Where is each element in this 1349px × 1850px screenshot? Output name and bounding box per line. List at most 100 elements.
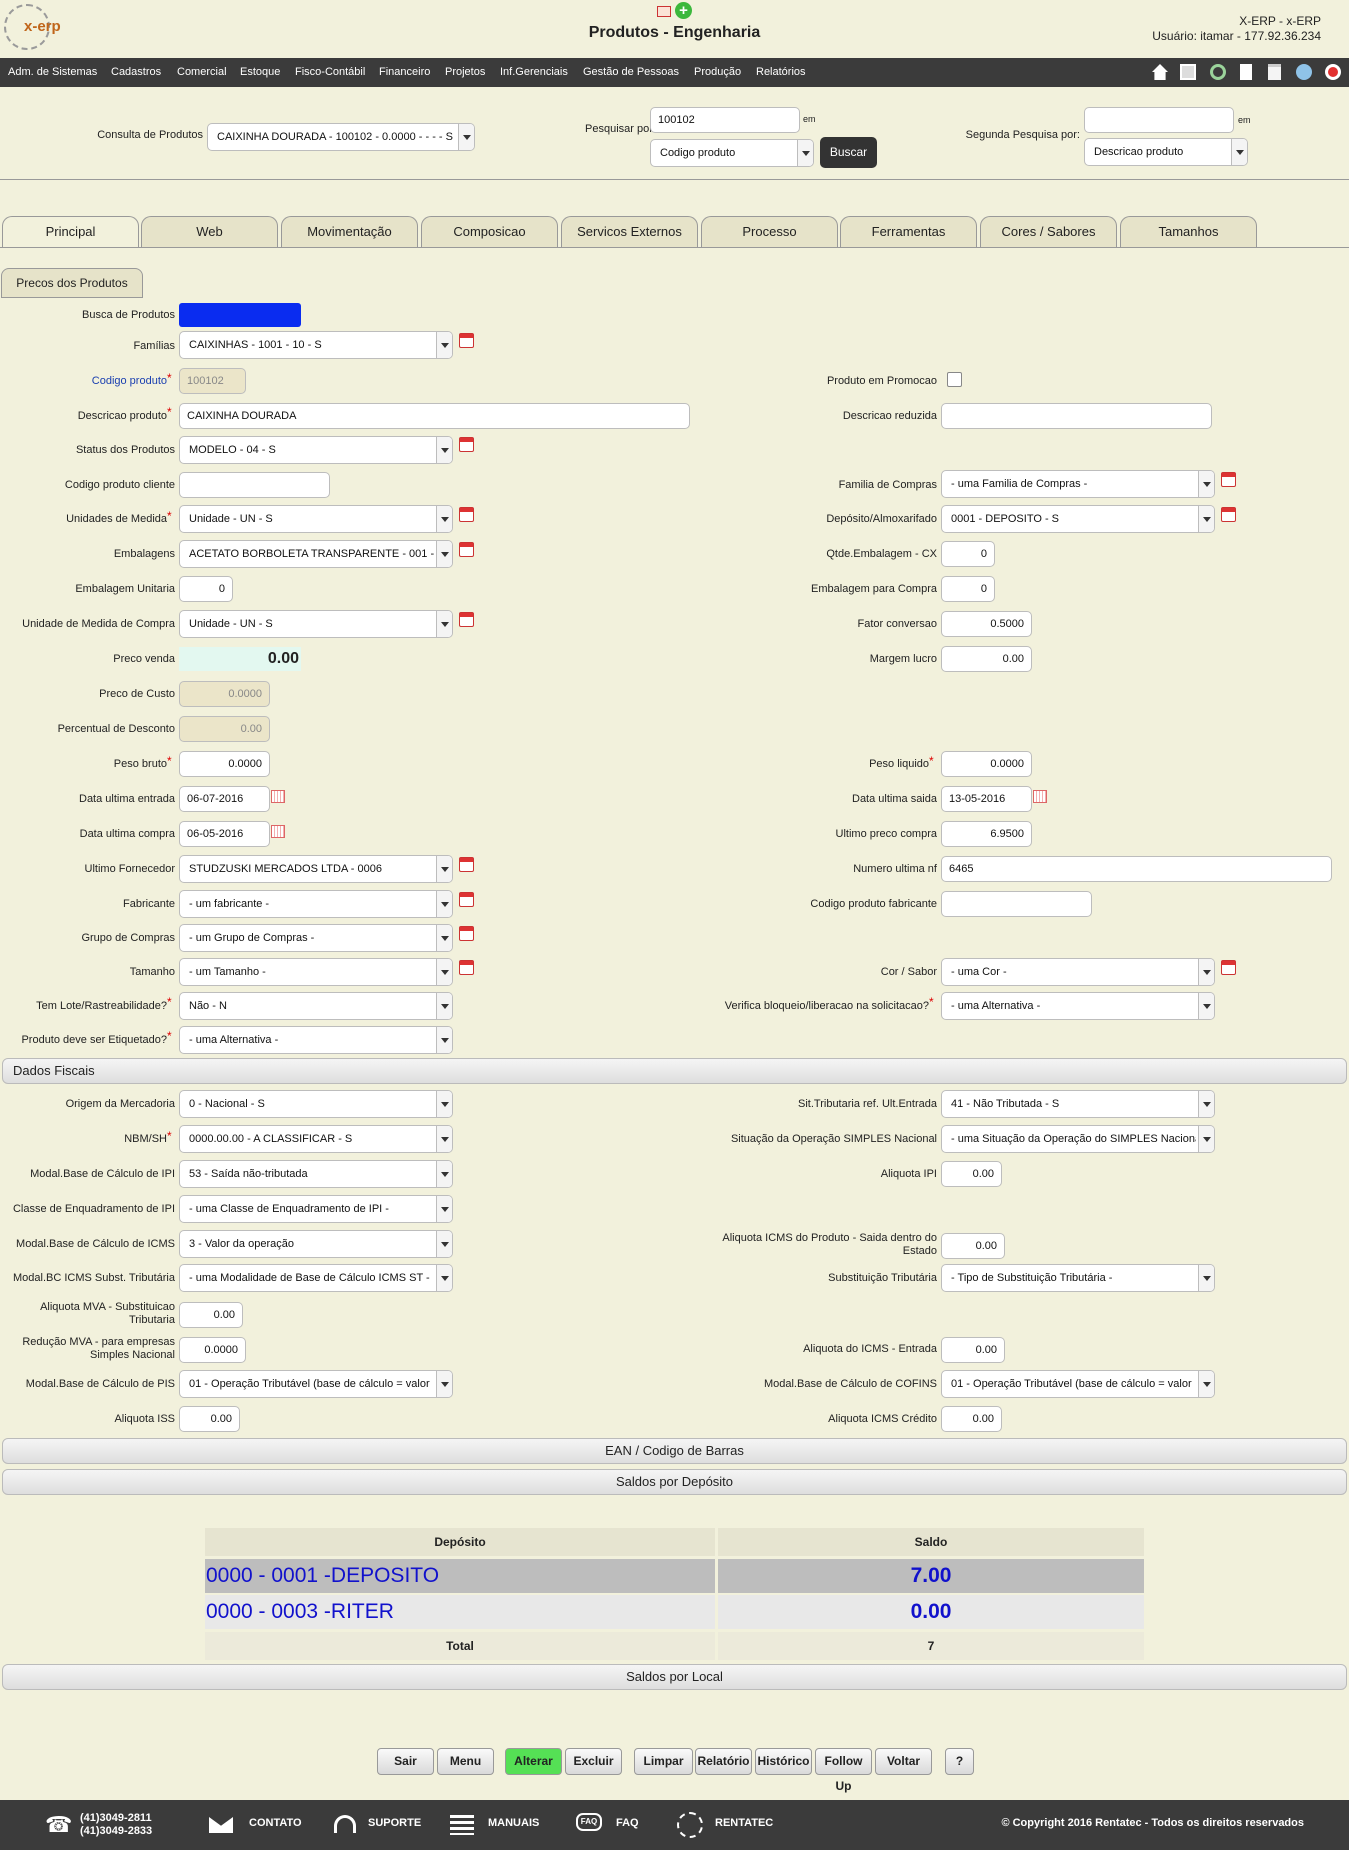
promocao-checkbox[interactable] [947, 372, 962, 387]
dados-fiscais-section[interactable]: Dados Fiscais [2, 1058, 1347, 1084]
emb-unit-input[interactable]: 0 [179, 576, 233, 602]
grupo-compras-select[interactable]: - um Grupo de Compras - [179, 924, 453, 952]
cod-cliente-input[interactable] [179, 472, 330, 498]
emb-compra-input[interactable]: 0 [941, 576, 995, 602]
cor-select[interactable]: - uma Cor - [941, 958, 1215, 986]
calendar-icon[interactable] [459, 926, 474, 941]
dt-entrada-input[interactable]: 06-07-2016 [179, 786, 270, 812]
power-icon[interactable] [1325, 64, 1341, 80]
sit-trib-select[interactable]: 41 - Não Tributada - S [941, 1090, 1215, 1118]
red-mva-input[interactable]: 0.0000 [179, 1337, 246, 1363]
classe-ipi-select[interactable]: - uma Classe de Enquadramento de IPI - [179, 1195, 453, 1223]
bloqueio-select[interactable]: - uma Alternativa - [941, 992, 1215, 1020]
mva-input[interactable]: 0.00 [179, 1302, 243, 1328]
menu-fisco-contabil[interactable]: Fisco-Contábil [295, 66, 365, 78]
modal-icms-select[interactable]: 3 - Valor da operação [179, 1230, 453, 1258]
aliq-iss-input[interactable]: 0.00 [179, 1406, 240, 1432]
historico-button[interactable]: Histórico [755, 1748, 812, 1775]
buscar-button[interactable]: Buscar [820, 137, 877, 168]
tab-web[interactable]: Web [141, 216, 278, 247]
modal-ipi-select[interactable]: 53 - Saída não-tributada [179, 1160, 453, 1188]
date-picker-icon[interactable] [1033, 790, 1047, 803]
fator-input[interactable]: 0.5000 [941, 611, 1032, 637]
tamanho-select[interactable]: - um Tamanho - [179, 958, 453, 986]
menu-cadastros[interactable]: Cadastros [111, 66, 161, 78]
follow-up-button[interactable]: Follow Up [815, 1748, 872, 1793]
etiquetado-select[interactable]: - uma Alternativa - [179, 1026, 453, 1054]
preco-venda-value[interactable]: 0.00 [179, 647, 301, 671]
voltar-button[interactable]: Voltar [875, 1748, 932, 1775]
origem-select[interactable]: 0 - Nacional - S [179, 1090, 453, 1118]
modal-st-select[interactable]: - uma Modalidade de Base de Cálculo ICMS… [179, 1264, 453, 1292]
menu-inf-gerenciais[interactable]: Inf.Gerenciais [500, 66, 568, 78]
alterar-button[interactable]: Alterar [505, 1748, 562, 1775]
familias-select[interactable]: CAIXINHAS - 1001 - 10 - S [179, 331, 453, 359]
saldos-local-section[interactable]: Saldos por Local [2, 1664, 1347, 1690]
home-icon[interactable] [1152, 64, 1168, 80]
menu-relatorios[interactable]: Relatórios [756, 66, 806, 78]
aliq-icms-ent-input[interactable]: 0.00 [941, 1337, 1005, 1363]
menu-comercial[interactable]: Comercial [177, 66, 227, 78]
nbm-select[interactable]: 0000.00.00 - A CLASSIFICAR - S [179, 1125, 453, 1153]
suporte-link[interactable]: SUPORTE [368, 1817, 421, 1829]
modal-pis-select[interactable]: 01 - Operação Tributável (base de cálcul… [179, 1370, 453, 1398]
peso-liquido-input[interactable]: 0.0000 [941, 751, 1032, 777]
saldos-deposito-section[interactable]: Saldos por Depósito [2, 1469, 1347, 1495]
relatorio-button[interactable]: Relatório [695, 1748, 752, 1775]
desc-reduzida-input[interactable] [941, 403, 1212, 429]
calendar-icon[interactable] [459, 507, 474, 522]
recycle-icon[interactable] [1210, 64, 1226, 80]
peso-bruto-input[interactable]: 0.0000 [179, 751, 270, 777]
embalagens-select[interactable]: ACETATO BORBOLETA TRANSPARENTE - 001 - S [179, 540, 453, 568]
contato-link[interactable]: CONTATO [249, 1817, 302, 1829]
menu-adm-sistemas[interactable]: Adm. de Sistemas [8, 66, 97, 78]
dt-saida-input[interactable]: 13-05-2016 [941, 786, 1032, 812]
dt-compra-input[interactable]: 06-05-2016 [179, 821, 270, 847]
menu-estoque[interactable]: Estoque [240, 66, 280, 78]
calendar-icon[interactable] [1221, 507, 1236, 522]
ult-preco-input[interactable]: 6.9500 [941, 821, 1032, 847]
segunda-field-select[interactable]: Descricao produto [1084, 138, 1248, 166]
excluir-button[interactable]: Excluir [565, 1748, 622, 1775]
calendar-icon[interactable] [459, 612, 474, 627]
ult-fornecedor-select[interactable]: STUDZUSKI MERCADOS LTDA - 0006 [179, 855, 453, 883]
tab-tamanhos[interactable]: Tamanhos [1120, 216, 1257, 247]
calendar-icon[interactable] [459, 333, 474, 348]
date-picker-icon[interactable] [271, 790, 285, 803]
calendar-icon[interactable] [459, 437, 474, 452]
date-picker-icon[interactable] [271, 825, 285, 838]
fabricante-select[interactable]: - um fabricante - [179, 890, 453, 918]
segunda-pesquisa-input[interactable] [1084, 107, 1234, 133]
menu-gestao-pessoas[interactable]: Gestão de Pessoas [583, 66, 679, 78]
help-icon[interactable] [1296, 64, 1312, 80]
limpar-button[interactable]: Limpar [634, 1748, 693, 1775]
busca-produtos-input[interactable] [179, 303, 301, 327]
subtab-precos-produtos[interactable]: Precos dos Produtos [1, 268, 143, 298]
tab-composicao[interactable]: Composicao [421, 216, 558, 247]
tab-principal[interactable]: Principal [2, 216, 139, 248]
aliq-icms-saida-input[interactable]: 0.00 [941, 1233, 1005, 1259]
modal-cofins-select[interactable]: 01 - Operação Tributável (base de cálcul… [941, 1370, 1215, 1398]
lote-select[interactable]: Não - N [179, 992, 453, 1020]
faq-link[interactable]: FAQ [616, 1817, 639, 1829]
um-compra-select[interactable]: Unidade - UN - S [179, 610, 453, 638]
calendar-icon[interactable] [459, 892, 474, 907]
help-button[interactable]: ? [945, 1748, 974, 1775]
aliq-ipi-input[interactable]: 0.00 [941, 1161, 1002, 1187]
rentatec-link[interactable]: RENTATEC [715, 1817, 773, 1829]
menu-financeiro[interactable]: Financeiro [379, 66, 430, 78]
status-select[interactable]: MODELO - 04 - S [179, 436, 453, 464]
qtde-emb-input[interactable]: 0 [941, 541, 995, 567]
consulta-produtos-select[interactable]: CAIXINHA DOURADA - 100102 - 0.0000 - - -… [207, 123, 475, 151]
sair-button[interactable]: Sair [377, 1748, 434, 1775]
subst-select[interactable]: - Tipo de Substituição Tributária - [941, 1264, 1215, 1292]
fam-compras-select[interactable]: - uma Familia de Compras - [941, 470, 1215, 498]
deposito-select[interactable]: 0001 - DEPOSITO - S [941, 505, 1215, 533]
margem-input[interactable]: 0.00 [941, 646, 1032, 672]
calendar-icon[interactable] [1221, 960, 1236, 975]
tab-movimentacao[interactable]: Movimentação [281, 216, 418, 247]
calendar-icon[interactable] [1221, 472, 1236, 487]
menu-button[interactable]: Menu [437, 1748, 494, 1775]
ean-section[interactable]: EAN / Codigo de Barras [2, 1438, 1347, 1464]
notes-icon[interactable] [1268, 64, 1281, 80]
